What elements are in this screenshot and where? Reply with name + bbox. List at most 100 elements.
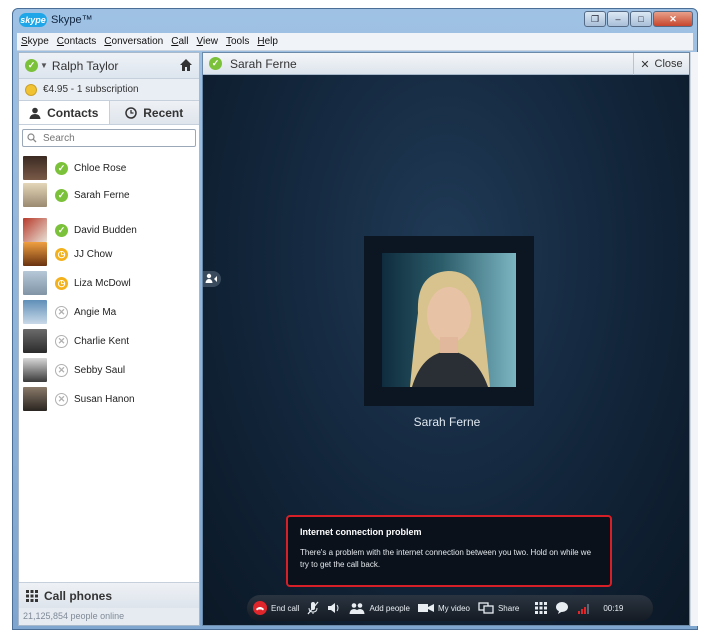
share-label: Share xyxy=(497,603,520,613)
contact-item-charlie-kent[interactable]: ✕ Charlie Kent xyxy=(19,328,199,354)
user-bar[interactable]: ✓ ▼ Ralph Taylor xyxy=(19,53,199,79)
add-people-icon xyxy=(349,603,365,614)
tab-recent[interactable]: Recent xyxy=(108,101,199,124)
contact-name: Sarah Ferne xyxy=(74,189,130,201)
maximize-button[interactable]: □ xyxy=(630,11,652,27)
title-bar: skype Skype™ ❐ – □ ✕ xyxy=(13,9,697,33)
avatar xyxy=(23,242,47,266)
contact-name: Susan Hanon xyxy=(74,393,135,405)
close-icon: ✕ xyxy=(640,58,650,71)
restore-button[interactable]: ❐ xyxy=(584,11,606,27)
chevron-down-icon[interactable]: ▼ xyxy=(40,61,48,70)
conversation-panel: ✓ Sarah Ferne ✕ Close Sarah Ferne Intern… xyxy=(202,52,690,626)
window-title: Skype™ xyxy=(51,14,93,26)
avatar xyxy=(23,329,47,353)
call-quality-indicator[interactable] xyxy=(577,602,591,614)
conversation-title: Sarah Ferne xyxy=(230,56,297,71)
share-screen-icon xyxy=(478,602,494,614)
window-scrollbar[interactable] xyxy=(690,52,698,626)
search-box[interactable] xyxy=(22,129,196,147)
contact-name: Charlie Kent xyxy=(74,335,130,347)
participants-toggle[interactable] xyxy=(203,271,221,287)
conversation-header: ✓ Sarah Ferne ✕ Close xyxy=(203,53,689,75)
dialpad-button[interactable] xyxy=(535,602,548,614)
minimize-button[interactable]: – xyxy=(607,11,629,27)
close-conversation-button[interactable]: ✕ Close xyxy=(633,53,689,75)
menu-bar: Skype Contacts Conversation Call View To… xyxy=(17,33,693,51)
credit-text: €4.95 - 1 subscription xyxy=(43,84,139,95)
sidebar: ✓ ▼ Ralph Taylor €4.95 - 1 subscription … xyxy=(18,52,200,626)
person-icon xyxy=(29,107,41,119)
contact-name: David Budden xyxy=(74,224,137,236)
contact-item-jj-chow[interactable]: ◷ JJ Chow xyxy=(19,241,199,267)
window-controls: ❐ – □ ✕ xyxy=(584,11,693,27)
person-arrow-icon xyxy=(205,273,217,283)
signal-strength-icon xyxy=(578,604,590,614)
credit-bar[interactable]: €4.95 - 1 subscription xyxy=(19,79,199,101)
offline-status-icon: ✕ xyxy=(55,334,68,348)
my-video-button[interactable]: My video xyxy=(417,602,470,614)
tab-contacts[interactable]: Contacts xyxy=(19,101,109,124)
microphone-muted-icon xyxy=(307,601,319,615)
mute-button[interactable] xyxy=(307,601,319,615)
contact-item-liza-mcdowl[interactable]: ◷ Liza McDowl xyxy=(19,270,199,296)
contact-item-sarah-ferne[interactable]: ✓ Sarah Ferne xyxy=(19,182,199,208)
call-phones-button[interactable]: Call phones xyxy=(19,582,199,608)
search-input[interactable] xyxy=(43,132,183,144)
online-status-icon: ✓ xyxy=(55,223,68,237)
menu-view[interactable]: View xyxy=(196,36,218,47)
contact-item-angie-ma[interactable]: ✕ Angie Ma xyxy=(19,299,199,325)
end-call-button[interactable]: End call xyxy=(253,601,299,615)
online-status-icon: ✓ xyxy=(55,188,68,202)
clock-icon xyxy=(125,106,137,119)
menu-tools[interactable]: Tools xyxy=(226,36,249,47)
chat-bubble-icon xyxy=(556,602,569,614)
call-phones-label: Call phones xyxy=(44,588,113,603)
coin-icon xyxy=(25,83,37,96)
add-people-label: Add people xyxy=(369,603,410,613)
close-window-button[interactable]: ✕ xyxy=(653,11,693,27)
tab-recent-label: Recent xyxy=(143,105,184,120)
online-status-icon: ✓ xyxy=(55,161,68,175)
avatar xyxy=(23,271,47,295)
add-people-button[interactable]: Add people xyxy=(349,602,410,614)
volume-button[interactable] xyxy=(327,602,341,614)
caller-portrait xyxy=(410,271,490,387)
skype-window: skype Skype™ ❐ – □ ✕ Skype Contacts Conv… xyxy=(12,8,698,630)
offline-status-icon: ✕ xyxy=(55,305,68,319)
contact-item-susan-hanon[interactable]: ✕ Susan Hanon xyxy=(19,386,199,412)
menu-contacts[interactable]: Contacts xyxy=(57,36,96,47)
avatar xyxy=(23,300,47,324)
away-status-icon: ◷ xyxy=(55,276,68,290)
contact-item-david-budden[interactable]: ✓ David Budden xyxy=(19,217,199,243)
avatar xyxy=(23,218,47,242)
avatar xyxy=(23,156,47,180)
share-button[interactable]: Share xyxy=(478,602,519,614)
contact-name: Sebby Saul xyxy=(74,364,126,376)
contact-item-sebby-saul[interactable]: ✕ Sebby Saul xyxy=(19,357,199,383)
contact-name: Liza McDowl xyxy=(74,277,131,289)
call-toolbar: End call Add people My video Share 00:19 xyxy=(247,595,653,621)
contact-name: JJ Chow xyxy=(74,248,113,260)
contact-item-chloe-rose[interactable]: ✓ Chloe Rose xyxy=(19,155,199,181)
tab-contacts-label: Contacts xyxy=(47,105,99,120)
contact-list: ✓ Chloe Rose ✓ Sarah Ferne ✓ David Budde… xyxy=(19,155,199,455)
dialpad-icon xyxy=(26,589,38,602)
online-status-icon: ✓ xyxy=(209,57,222,70)
away-status-icon: ◷ xyxy=(55,247,68,261)
menu-help[interactable]: Help xyxy=(257,36,278,47)
caller-video xyxy=(382,253,516,387)
avatar xyxy=(23,387,47,411)
user-name[interactable]: Ralph Taylor xyxy=(52,59,118,73)
menu-skype[interactable]: Skype xyxy=(21,36,49,47)
home-icon[interactable] xyxy=(179,58,193,72)
dialpad-icon xyxy=(535,602,548,614)
end-call-label: End call xyxy=(271,603,300,613)
menu-call[interactable]: Call xyxy=(171,36,188,47)
end-call-icon xyxy=(253,601,267,615)
contact-name: Chloe Rose xyxy=(74,162,127,174)
call-timer: 00:19 xyxy=(603,603,624,613)
menu-conversation[interactable]: Conversation xyxy=(104,36,163,47)
online-status-icon[interactable]: ✓ xyxy=(25,59,38,72)
chat-button[interactable] xyxy=(555,601,569,615)
